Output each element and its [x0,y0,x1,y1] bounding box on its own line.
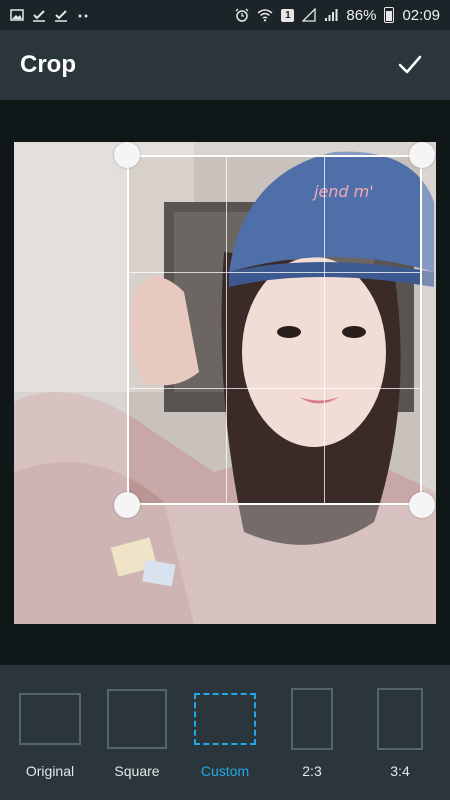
check-icon [33,10,45,22]
crop-handle-bottom-right[interactable] [409,492,435,518]
aspect-shape-custom [194,693,256,745]
aspect-shape-original [19,693,81,745]
status-system: 1 86% 02:09 [235,7,440,24]
done-button[interactable] [390,45,430,85]
status-notifications [10,8,90,22]
battery-icon [384,7,395,23]
aspect-label-custom: Custom [200,763,250,779]
photo: jend m' [14,142,436,624]
clock: 02:09 [402,6,440,24]
aspect-option-2-3[interactable]: 2:3 [290,687,334,797]
check-icon [398,55,422,74]
aspect-label-2-3: 2:3 [302,763,322,779]
battery-percent: 86% [346,6,377,24]
alarm-icon [235,8,249,22]
check-icon [55,10,67,22]
aspect-shape-2-3 [291,688,333,750]
crop-dim-right [422,142,436,624]
aspect-ratio-bar: Original Square Custom 2:3 3:4 [0,665,450,800]
signal-icon [325,9,338,21]
crop-dim-left [14,142,127,624]
aspect-option-custom[interactable]: Custom [193,687,257,797]
crop-handle-top-left[interactable] [114,142,140,168]
status-bar: 1 86% 02:09 [0,0,450,30]
aspect-label-square: Square [114,763,160,779]
aspect-label-3-4: 3:4 [390,763,410,779]
aspect-label-original: Original [25,763,75,779]
crop-grid-line [324,157,325,503]
image-icon [10,9,24,21]
crop-dim-bottom [127,505,422,624]
sim-slot-badge: 1 [281,8,295,22]
more-dots-icon [78,14,88,18]
signal-icon [302,8,317,22]
aspect-option-3-4[interactable]: 3:4 [376,687,424,797]
crop-handle-top-right[interactable] [409,142,435,168]
app-bar: Crop [0,30,450,100]
crop-workspace: jend m' [0,100,450,665]
wifi-icon [257,9,273,22]
aspect-shape-3-4 [377,688,423,750]
aspect-option-original[interactable]: Original [18,687,82,797]
crop-grid-line [129,388,420,389]
crop-frame[interactable] [127,155,422,505]
crop-dim-top [127,142,422,155]
crop-handle-bottom-left[interactable] [114,492,140,518]
page-title: Crop [20,51,76,78]
crop-grid-line [226,157,227,503]
crop-grid-line [129,272,420,273]
aspect-shape-square [107,689,167,749]
aspect-option-square[interactable]: Square [106,687,168,797]
